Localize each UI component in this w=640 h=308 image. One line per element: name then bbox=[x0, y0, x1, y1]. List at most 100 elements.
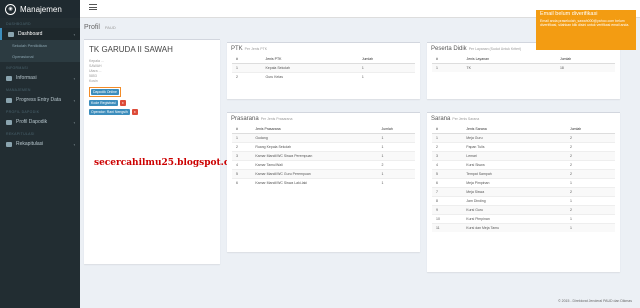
table-cell: Papan Tulis bbox=[462, 142, 566, 152]
page-title: Profil bbox=[84, 24, 100, 31]
sidebar-item[interactable]: Dashboard ‹ bbox=[0, 28, 80, 40]
side-nav: DASHBOARD Dashboard ‹ Sekolah Penilidikan Op… bbox=[0, 18, 80, 150]
sidebar-item-label: Informasi bbox=[16, 75, 37, 81]
toast-title: Email belum diverifikasi bbox=[540, 11, 598, 17]
table-cell: 1 bbox=[565, 223, 615, 232]
table-cell: 2 bbox=[565, 142, 615, 152]
table-cell: TK bbox=[462, 63, 556, 72]
sidebar-item-label: Profil Dapodik bbox=[16, 119, 48, 125]
table-header: Jumlah bbox=[565, 125, 615, 134]
panel-title-text: Sarana bbox=[431, 116, 451, 122]
remove-operator-button[interactable]: x bbox=[131, 109, 138, 115]
table-header: Jumlah bbox=[377, 125, 415, 134]
school-name: TK GARUDA II SAWAH bbox=[89, 45, 173, 54]
email-verification-toast[interactable]: Email belum diverifikasi Email anda pras… bbox=[536, 10, 636, 50]
table-cell: 2 bbox=[565, 205, 615, 215]
table-cell: 8 bbox=[432, 196, 463, 206]
table-cell: 18 bbox=[555, 63, 615, 72]
table-header: # bbox=[432, 55, 463, 64]
menu-icon bbox=[6, 97, 12, 103]
table-row: 5 Tempat Sampah 2 bbox=[432, 169, 615, 179]
dapodik-online-button[interactable]: Dapodik Online bbox=[91, 89, 119, 95]
school-meta-line: Kosin bbox=[89, 79, 98, 83]
panel-title-text: PTK bbox=[231, 46, 243, 52]
table-row: 1 Kepala Sekolah 1 bbox=[232, 63, 415, 73]
app-title: Manajemen bbox=[20, 4, 62, 14]
table-cell: 2 bbox=[565, 169, 615, 179]
table-cell: 1 bbox=[377, 142, 415, 152]
table-row: 4 Kamar Tamu/Wali 2 bbox=[232, 160, 415, 170]
remove-registrasi-button[interactable]: x bbox=[119, 100, 126, 106]
panel-subtitle: Per Jenis PTK bbox=[244, 47, 268, 51]
table-cell: Kamar Tamu/Wali bbox=[251, 160, 378, 170]
prasarana-panel: Prasarana Per Jenis Prasarana # Jenis Prasa… bbox=[227, 112, 420, 252]
dapodik-highlight: Dapodik Online bbox=[89, 87, 121, 97]
table-cell: 2 bbox=[432, 142, 463, 152]
table-cell: Kursi Guru bbox=[462, 205, 566, 215]
chevron-icon: ‹ bbox=[73, 119, 75, 125]
table-cell: 1 bbox=[377, 133, 415, 143]
table-cell: 4 bbox=[232, 160, 252, 170]
footer-text: © 2015 - Direktorat Jenderal PAUD dan Di… bbox=[558, 299, 632, 303]
sidebar-section-label: INFORMASI bbox=[6, 66, 29, 70]
table-header: Jenis Prasarana bbox=[251, 125, 378, 134]
chevron-icon: ‹ bbox=[73, 31, 75, 37]
table-cell: 3 bbox=[232, 151, 252, 161]
table-cell: 1 bbox=[232, 63, 262, 73]
table-cell: 1 bbox=[357, 72, 415, 81]
sidebar-section-label: DASHBOARD bbox=[6, 22, 31, 26]
table-cell: Meja Siswa bbox=[462, 187, 566, 197]
ptk-panel: PTK Per Jenis PTK # Jenis PTK Jumlah 1 Kepala … bbox=[227, 42, 420, 99]
page-header: Profil PAUD bbox=[84, 24, 116, 31]
table-row: 2 Papan Tulis 2 bbox=[432, 142, 615, 152]
table-cell: 6 bbox=[232, 178, 252, 187]
table-cell: 1 bbox=[377, 178, 415, 187]
panel-title-text: Peserta Didik bbox=[431, 46, 467, 52]
panel-title: Prasarana Per Jenis Prasarana bbox=[227, 113, 420, 125]
panel-title: PTK Per Jenis PTK bbox=[227, 43, 420, 55]
table-cell: Kamar Mandi/WC Siswa Laki-laki bbox=[251, 178, 378, 187]
sidebar-subitem[interactable]: Sekolah Penilidikan bbox=[0, 40, 80, 51]
sidebar: ◉ Manajemen DASHBOARD Dashboard ‹ Sekolah P… bbox=[0, 0, 80, 308]
table-cell: 2 bbox=[565, 160, 615, 170]
table-cell: 5 bbox=[432, 169, 463, 179]
table-row: 1 TK 18 bbox=[432, 63, 615, 72]
sidebar-section-label: MANAJEMEN bbox=[6, 88, 31, 92]
sidebar-item[interactable]: Progress Entry Data ‹ bbox=[0, 94, 80, 106]
sidebar-item[interactable]: Informasi ‹ bbox=[0, 72, 80, 84]
kode-registrasi-button[interactable]: Kode Registrasi bbox=[89, 100, 118, 106]
sidebar-item[interactable]: Profil Dapodik ‹ bbox=[0, 116, 80, 128]
table-cell: 4 bbox=[432, 160, 463, 170]
table-cell: 2 bbox=[565, 151, 615, 161]
toast-body: Email anda prasekolah_sawah000@yahoo.com… bbox=[540, 18, 630, 28]
table-row: 1 Gudang 1 bbox=[232, 133, 415, 143]
table-cell: 1 bbox=[377, 151, 415, 161]
table-cell: Gudang bbox=[251, 133, 378, 143]
table-row: 6 Meja Pimpinan 1 bbox=[432, 178, 615, 188]
sidebar-subitem[interactable]: Operasional bbox=[0, 51, 80, 62]
data-table: # Jenis Prasarana Jumlah 1 Gudang 1 2 Ruang Kep… bbox=[232, 125, 415, 187]
sidebar-item-label: Progress Entry Data bbox=[16, 97, 62, 103]
sidebar-item-label: Rekapitulasi bbox=[16, 141, 44, 147]
table-cell: Guru Kelas bbox=[261, 72, 358, 81]
menu-icon bbox=[8, 31, 14, 37]
brand[interactable]: ◉ Manajemen bbox=[0, 0, 80, 18]
table-cell: Kamar Mandi/WC Siswa Perempuan bbox=[251, 151, 378, 161]
operator-button[interactable]: Operator: Rani Nengsih bbox=[89, 109, 130, 115]
table-row: 6 Kamar Mandi/WC Siswa Laki-laki 1 bbox=[232, 178, 415, 187]
sidebar-item[interactable]: Rekapitulasi ‹ bbox=[0, 138, 80, 150]
menu-toggle-icon[interactable] bbox=[89, 4, 97, 10]
chevron-icon: ‹ bbox=[73, 141, 75, 147]
table-cell: 1 bbox=[565, 178, 615, 188]
table-cell: Kepala Sekolah bbox=[261, 63, 358, 73]
table-cell: 1 bbox=[565, 214, 615, 224]
sidebar-section-label: REKAPITULASI bbox=[6, 132, 35, 136]
menu-icon bbox=[6, 141, 12, 147]
table-cell: 1 bbox=[432, 63, 463, 72]
data-table: # Jenis Sarana Jumlah 1 Meja Guru 2 2 Papan Tul… bbox=[432, 125, 615, 232]
table-cell: Kursi dan Meja Tamu bbox=[462, 223, 566, 232]
panel-title: Sarana Per Jenis Sarana bbox=[427, 113, 620, 125]
table-cell: 1 bbox=[432, 133, 463, 143]
table-cell: Meja Guru bbox=[462, 133, 566, 143]
table-row: 3 Kamar Mandi/WC Siswa Perempuan 1 bbox=[232, 151, 415, 161]
